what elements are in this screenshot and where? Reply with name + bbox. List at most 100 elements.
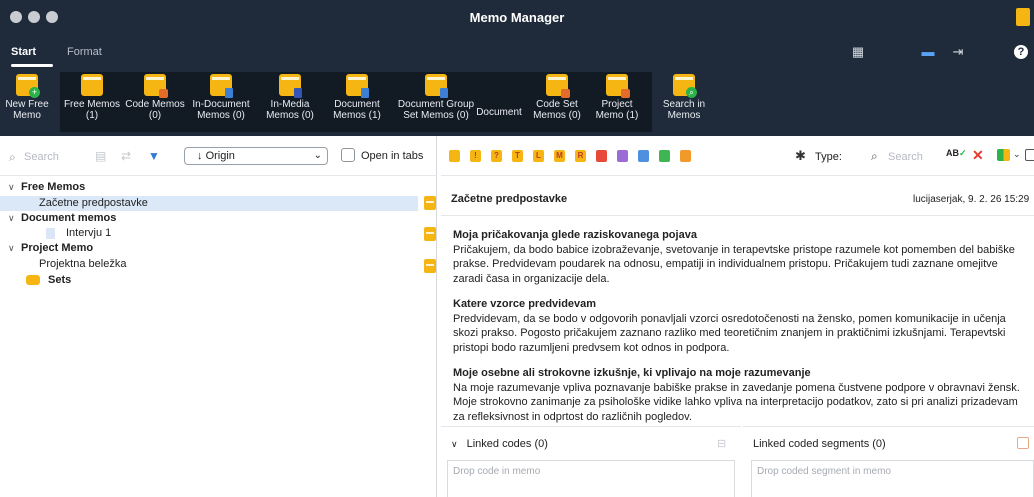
memo-line: skozi prakso. Pogosto pričakujem zaznano…: [453, 327, 1006, 339]
tree-item-projektna-belezka[interactable]: Projektna beležka: [0, 257, 418, 272]
code-memos-button[interactable]: Code Memos (0): [123, 74, 187, 121]
origin-label: Origin: [205, 150, 235, 162]
document-group-set-memos-button[interactable]: Document Group Set Memos (0): [390, 74, 482, 121]
tree-label: Sets: [48, 274, 72, 286]
memo-header: Začetne predpostavke lucijaserjak, 9. 2.…: [441, 180, 1034, 216]
code-set-memos-icon: [546, 74, 570, 98]
tree-node-project-memo[interactable]: ∨ Project Memo: [0, 241, 418, 256]
export-memos-icon[interactable]: ▤: [95, 150, 107, 162]
filter-icon[interactable]: ▼: [148, 150, 160, 162]
memo-type-question-icon[interactable]: ?: [491, 150, 502, 162]
help-icon[interactable]: ?: [1014, 45, 1028, 59]
memo-type-red-icon[interactable]: [596, 150, 607, 162]
memo-search-input[interactable]: Search: [24, 151, 59, 163]
ribbon-label: Memos (0): [266, 110, 314, 121]
memo-type-blue-icon[interactable]: [638, 150, 649, 162]
in-document-memos-button[interactable]: In-Document Memos (0): [187, 74, 255, 121]
memo-title[interactable]: Začetne predpostavke: [451, 193, 567, 205]
memo-type-yellow-icon[interactable]: [449, 150, 460, 162]
memo-paragraph: Predvidevam, da se bodo v odgovorih pona…: [453, 312, 1034, 356]
link-code-icon[interactable]: ⊟: [717, 437, 729, 450]
memo-line: pristopi bodo razumljeni predvsem kot od…: [453, 341, 730, 354]
spellcheck-icon[interactable]: AB✓: [946, 148, 967, 159]
memo-icon[interactable]: [424, 259, 436, 273]
color-grid-icon[interactable]: [997, 149, 1010, 161]
memo-line: prakse. Predvidevam poudarek na odnosu, …: [453, 258, 998, 270]
spellcheck-label: AB: [946, 148, 959, 158]
memo-type-purple-icon[interactable]: [617, 150, 628, 162]
memo-text-search-input[interactable]: Search: [888, 151, 923, 163]
sets-icon: [26, 275, 40, 285]
document-memos-button[interactable]: Document Memos (1): [327, 74, 387, 121]
ribbon-label: Memos (0): [533, 110, 581, 121]
search-icon: ⌕: [871, 149, 878, 163]
memo-type-green-icon[interactable]: [659, 150, 670, 162]
ribbon-label: Memos: [667, 110, 701, 121]
search-in-memos-icon: ⌕: [673, 74, 697, 98]
ribbon-label: Document: [476, 107, 522, 118]
tree-label: Intervju 1: [66, 227, 112, 239]
document-set-button[interactable]: Document: [474, 85, 524, 118]
search-in-memos-button[interactable]: ⌕ Search in Memos: [655, 74, 713, 121]
origin-select-value: ↓ Origin: [197, 150, 235, 162]
ribbon-label: Free Memos: [63, 99, 121, 110]
ribbon-label: (1): [85, 110, 99, 121]
code-set-memos-button[interactable]: Code Set Memos (0): [530, 74, 584, 121]
print-icon[interactable]: ▬: [921, 45, 935, 59]
tab-start[interactable]: Start: [11, 46, 36, 58]
tree-node-sets[interactable]: Sets: [0, 273, 418, 288]
ribbon-label: Memo (1): [595, 110, 639, 121]
memo-type-m-icon[interactable]: M: [554, 150, 565, 162]
open-in-tabs-checkbox[interactable]: [341, 148, 355, 162]
link-icon[interactable]: ⇄: [121, 150, 133, 162]
memo-line: Predvidevam, da se bodo v odgovorih pona…: [453, 312, 1006, 325]
ribbon-label: In-Document: [192, 99, 250, 110]
memo-type-orange-icon[interactable]: [680, 150, 691, 162]
type-label: Type:: [815, 151, 842, 163]
memo-type-r-icon[interactable]: R: [575, 150, 586, 162]
chevron-down-icon[interactable]: ∨: [8, 241, 15, 256]
ribbon-label: (0): [148, 110, 162, 121]
link-segment-icon[interactable]: [1017, 437, 1029, 449]
tree-item-zacetne-predpostavke[interactable]: Začetne predpostavke: [0, 196, 418, 211]
tree-item-intervju-1[interactable]: Intervju 1: [0, 226, 418, 241]
ribbon-toolbar: + New Free Memo Free Memos (1) Code Memo…: [0, 68, 1034, 136]
memo-type-exclamation-icon[interactable]: !: [470, 150, 481, 162]
tree-node-document-memos[interactable]: ∨ Document memos: [0, 211, 418, 226]
tab-format[interactable]: Format: [67, 46, 102, 58]
new-free-memo-button[interactable]: + New Free Memo: [0, 74, 56, 121]
memo-type-t-icon[interactable]: T: [512, 150, 523, 162]
linked-segments-drop-zone[interactable]: Drop coded segment in memo: [751, 460, 1034, 497]
memo-type-l-icon[interactable]: L: [533, 150, 544, 162]
linked-codes-label: Linked codes (0): [466, 438, 548, 450]
logout-icon[interactable]: ⇥: [951, 45, 965, 59]
chevron-down-icon[interactable]: ∨: [8, 180, 15, 195]
memo-section-heading: Moje osebne ali strokovne izkušnje, ki v…: [453, 367, 811, 379]
chevron-down-icon[interactable]: ∨: [8, 211, 15, 226]
project-memo-button[interactable]: Project Memo (1): [590, 74, 644, 121]
in-media-memos-button[interactable]: In-Media Memos (0): [259, 74, 321, 121]
tree-label: Project Memo: [21, 242, 94, 254]
ribbon-label: Set Memos (0): [403, 110, 469, 121]
memo-icon[interactable]: [424, 196, 436, 210]
tree-node-free-memos[interactable]: ∨ Free Memos: [0, 180, 418, 195]
origin-select[interactable]: ↓ Origin ⌄: [184, 147, 328, 165]
chevron-down-icon[interactable]: ⌄: [1013, 149, 1021, 160]
export-icon[interactable]: ▦: [851, 45, 865, 59]
linked-codes-header[interactable]: ∨ Linked codes (0): [451, 438, 548, 450]
memo-line: Na moje razumevanje vpliva poznavanje ba…: [453, 381, 1020, 394]
chevron-down-icon[interactable]: ∨: [451, 439, 458, 449]
free-memos-button[interactable]: Free Memos (1): [62, 74, 122, 121]
gear-icon[interactable]: ✱: [795, 148, 806, 164]
memo-editor-toolbar: ✱ Type: ⌕ Search AB✓ ✕ ⌄ !? T L M R: [441, 136, 1034, 176]
linked-codes-drop-zone[interactable]: Drop code in memo: [447, 460, 735, 497]
ribbon-label: Memos (0): [197, 110, 245, 121]
ribbon-label: Document: [334, 99, 380, 110]
tree-label: Projektna beležka: [39, 258, 127, 270]
edit-icon[interactable]: [1025, 149, 1034, 161]
memo-text-area[interactable]: Moja pričakovanja glede raziskovanega po…: [453, 228, 1034, 435]
memo-section-heading: Katere vzorce predvidevam: [453, 298, 597, 310]
delete-icon[interactable]: ✕: [972, 147, 984, 164]
memo-icon[interactable]: [424, 227, 436, 241]
ribbon-label: Document Group: [397, 99, 475, 110]
